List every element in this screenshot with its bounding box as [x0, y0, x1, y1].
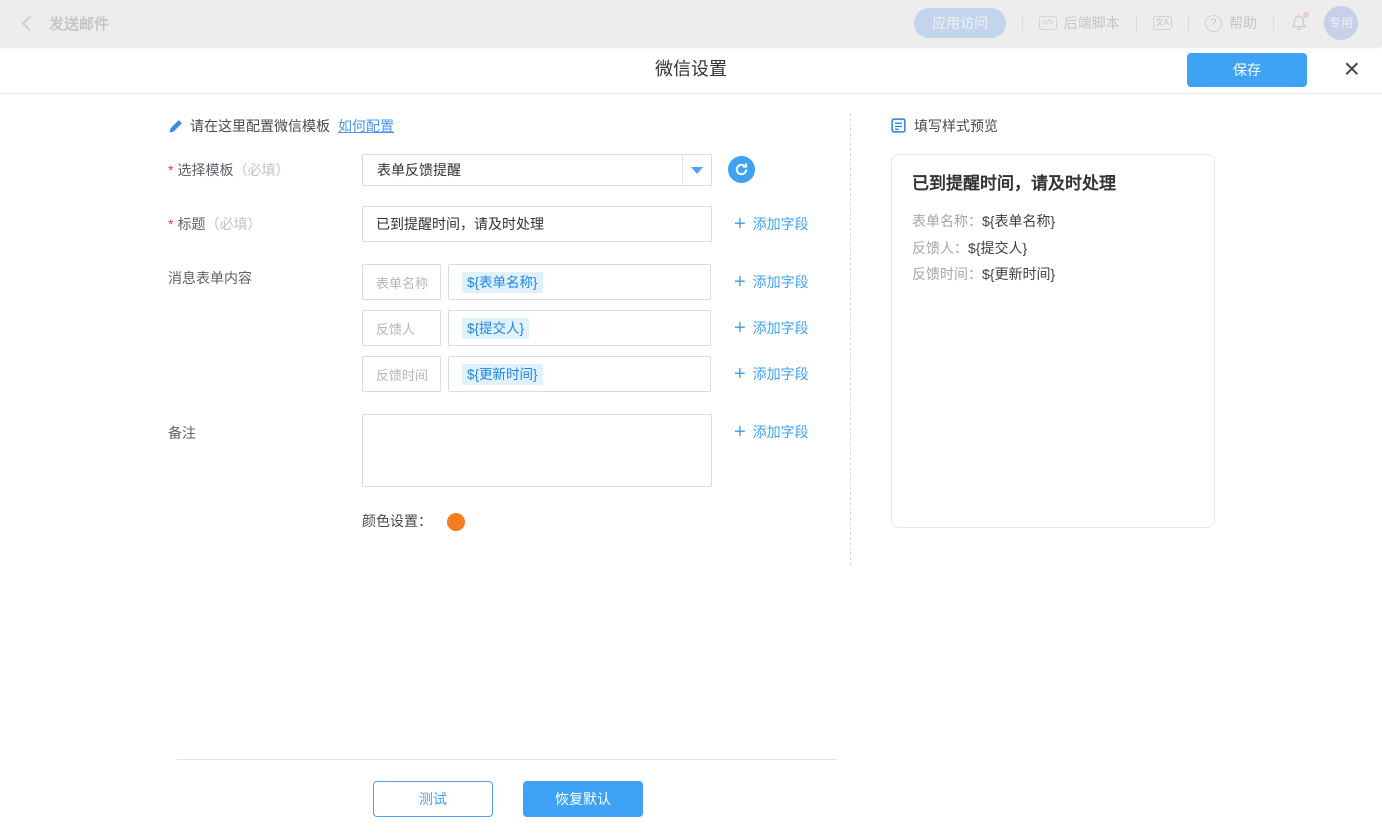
translate-icon: 文A — [1153, 16, 1172, 30]
topbar-divider — [1136, 15, 1137, 31]
field-key-input[interactable] — [362, 310, 441, 346]
code-icon: </> — [1039, 16, 1057, 30]
variable-token[interactable]: ${更新时间} — [462, 364, 543, 385]
wechat-settings-modal: 微信设置 保存 × 请在这里配置微信模板 如何配置 *选择模板（必填） 表单反馈… — [0, 46, 1382, 840]
variable-token[interactable]: ${提交人} — [462, 318, 529, 339]
help-button[interactable]: ? 帮助 — [1205, 13, 1257, 33]
color-setting-label: 颜色设置： — [362, 511, 432, 531]
field-value-input[interactable]: ${更新时间} — [448, 356, 711, 392]
add-field-link[interactable]: + 添加字段 — [734, 264, 809, 300]
message-row: ${表单名称} + 添加字段 — [362, 264, 815, 300]
message-row: ${提交人} + 添加字段 — [362, 310, 815, 346]
chevron-down-icon — [691, 167, 703, 174]
topbar-divider — [1022, 15, 1023, 31]
refresh-icon — [734, 162, 749, 177]
plus-icon: + — [734, 272, 746, 292]
config-note: 请在这里配置微信模板 — [190, 117, 330, 135]
title-input[interactable] — [362, 206, 712, 242]
app-access-button[interactable]: 应用访问 — [914, 8, 1006, 38]
message-section-label: 消息表单内容 — [168, 268, 252, 288]
section-divider — [850, 113, 851, 565]
plus-icon: + — [734, 318, 746, 338]
add-field-link[interactable]: + 添加字段 — [734, 206, 809, 242]
pencil-icon — [168, 118, 184, 134]
plus-icon: + — [734, 422, 746, 442]
variable-token[interactable]: ${表单名称} — [462, 272, 543, 293]
modal-header: 微信设置 保存 × — [0, 46, 1382, 94]
add-field-link[interactable]: + 添加字段 — [734, 414, 809, 450]
screen: 发送邮件 应用访问 </> 后端脚本 文A ? 帮助 — [0, 0, 1382, 840]
backend-script-button[interactable]: </> 后端脚本 — [1039, 13, 1120, 33]
template-select[interactable]: 表单反馈提醒 — [362, 154, 712, 186]
restore-default-button[interactable]: 恢复默认 — [523, 781, 643, 817]
avatar[interactable]: 专用 — [1324, 6, 1358, 40]
close-icon[interactable]: × — [1344, 52, 1360, 86]
message-row: ${更新时间} + 添加字段 — [362, 356, 815, 392]
preview-doc-icon — [891, 118, 906, 133]
how-to-configure-link[interactable]: 如何配置 — [338, 117, 394, 135]
topbar-divider — [1188, 15, 1189, 31]
add-field-link[interactable]: + 添加字段 — [734, 310, 809, 346]
modal-title: 微信设置 — [0, 46, 1382, 93]
help-label: 帮助 — [1229, 13, 1257, 33]
help-icon: ? — [1205, 15, 1222, 32]
back-icon[interactable] — [22, 15, 38, 31]
field-value-input[interactable]: ${表单名称} — [448, 264, 711, 300]
template-select-value: 表单反馈提醒 — [377, 155, 461, 185]
field-value-input[interactable]: ${提交人} — [448, 310, 711, 346]
preview-card: 已到提醒时间，请及时处理 表单名称：${表单名称} 反馈人：${提交人} 反馈时… — [891, 154, 1215, 528]
modal-body: 请在这里配置微信模板 如何配置 *选择模板（必填） 表单反馈提醒 *标题（必填） — [0, 94, 1382, 840]
template-label: *选择模板（必填） — [168, 154, 289, 186]
notification-dot — [1303, 12, 1309, 18]
title-label: *标题（必填） — [168, 206, 261, 242]
plus-icon: + — [734, 364, 746, 384]
topbar-page-title: 发送邮件 — [49, 13, 109, 34]
field-key-input[interactable] — [362, 356, 441, 392]
preview-title: 已到提醒时间，请及时处理 — [912, 173, 1194, 195]
remark-textarea[interactable] — [362, 414, 712, 487]
topbar: 发送邮件 应用访问 </> 后端脚本 文A ? 帮助 — [0, 0, 1382, 46]
add-field-link[interactable]: + 添加字段 — [734, 356, 809, 392]
save-button[interactable]: 保存 — [1187, 53, 1307, 87]
preview-row: 反馈人：${提交人} — [912, 235, 1194, 262]
required-asterisk: * — [168, 162, 173, 178]
footer-divider — [177, 759, 837, 760]
plus-icon: + — [734, 214, 746, 234]
topbar-divider — [1273, 15, 1274, 31]
remark-label: 备注 — [168, 425, 196, 441]
backend-script-label: 后端脚本 — [1064, 13, 1120, 33]
preview-header: 填写样式预览 — [914, 117, 998, 135]
preview-row: 表单名称：${表单名称} — [912, 208, 1194, 235]
select-caret-box — [682, 155, 711, 185]
test-button[interactable]: 测试 — [373, 781, 493, 817]
field-key-input[interactable] — [362, 264, 441, 300]
translate-button[interactable]: 文A — [1153, 16, 1172, 30]
color-swatch[interactable] — [447, 513, 465, 531]
required-asterisk: * — [168, 216, 173, 232]
notifications-bell-icon[interactable] — [1290, 14, 1308, 32]
refresh-button[interactable] — [728, 156, 755, 183]
preview-row: 反馈时间：${更新时间} — [912, 261, 1194, 288]
topbar-dimmed-content: 发送邮件 应用访问 </> 后端脚本 文A ? 帮助 — [0, 0, 1382, 46]
